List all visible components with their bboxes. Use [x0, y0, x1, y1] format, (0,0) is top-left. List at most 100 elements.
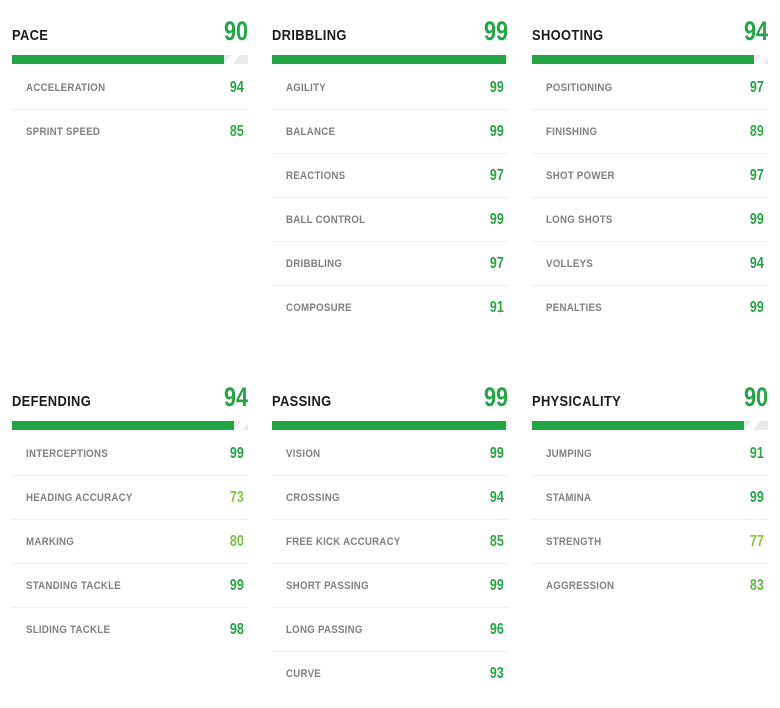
stat-value: 99 [490, 576, 504, 594]
stat-label: FINISHING [546, 125, 598, 138]
stat-group-progress-fill [532, 55, 754, 64]
stat-group-rating: 90 [743, 382, 768, 412]
stat-label: SHOT POWER [546, 169, 615, 182]
stat-value: 73 [230, 488, 244, 506]
stat-label: COMPOSURE [286, 302, 352, 314]
stat-row-list: POSITIONING 97 FINISHING 89 SHOT POWER 97 LONG… [532, 66, 768, 330]
stat-label: DRIBBLING [286, 257, 343, 270]
stat-row-list: AGILITY 99 BALANCE 99 REACTIONS 97 BALL CONTRO… [272, 66, 508, 330]
stat-value: 85 [230, 123, 244, 140]
stat-row: SHOT POWER 97 [532, 154, 768, 198]
stat-group-rating: 94 [743, 16, 768, 46]
stat-group-progress-fill [532, 421, 745, 430]
stat-row: SHORT PASSING 99 [272, 564, 508, 608]
stat-label: ACCELERATION [26, 81, 106, 94]
stat-row: CURVE 93 [272, 652, 508, 696]
stat-label: POSITIONING [546, 81, 613, 94]
stat-value: 99 [230, 444, 244, 462]
stat-label: PENALTIES [546, 302, 602, 314]
stat-row: LONG PASSING 96 [272, 608, 508, 652]
stat-group-title: DEFENDING [12, 393, 92, 410]
stat-row: FINISHING 89 [532, 110, 768, 154]
stat-value: 98 [230, 621, 244, 638]
stat-value: 91 [490, 299, 504, 316]
stat-row: FREE KICK ACCURACY 85 [272, 520, 508, 564]
stat-value: 97 [750, 166, 764, 184]
stat-value: 99 [490, 78, 504, 96]
stat-group-header: DEFENDING 94 [12, 366, 248, 412]
stat-row: DRIBBLING 97 [272, 242, 508, 286]
stat-group-progress-fill [12, 421, 234, 430]
stat-value: 97 [490, 254, 504, 272]
stat-row: STRENGTH 77 [532, 520, 768, 564]
stat-row: JUMPING 91 [532, 432, 768, 476]
stat-group-rating: 94 [223, 382, 248, 412]
stat-label: BALL CONTROL [286, 213, 366, 226]
stat-value: 91 [750, 444, 764, 462]
stat-value: 93 [490, 665, 504, 682]
stat-row: BALL CONTROL 99 [272, 198, 508, 242]
stat-value: 94 [490, 488, 504, 506]
stat-row: STANDING TACKLE 99 [12, 564, 248, 608]
stat-value: 83 [750, 577, 764, 594]
stat-group-header: SHOOTING 94 [532, 0, 768, 46]
stat-row: CROSSING 94 [272, 476, 508, 520]
stat-label: MARKING [26, 535, 75, 548]
stat-group-rating: 99 [483, 382, 508, 412]
stat-value: 99 [750, 299, 764, 316]
stat-group-defending: DEFENDING 94 INTERCEPTIONS 99 HEADING ACCURA… [0, 366, 260, 708]
stat-group-title: DRIBBLING [272, 27, 347, 44]
stat-row-list: VISION 99 CROSSING 94 FREE KICK ACCURACY 85 SH… [272, 432, 508, 696]
stat-group-progress-track [532, 421, 768, 430]
stat-value: 99 [490, 122, 504, 140]
stat-group-progress-track [12, 55, 248, 64]
stat-row-list: INTERCEPTIONS 99 HEADING ACCURACY 73 MARKING… [12, 432, 248, 652]
stat-label: SHORT PASSING [286, 579, 369, 592]
stat-value: 77 [750, 532, 764, 550]
stat-label: LONG PASSING [286, 623, 363, 636]
stat-value: 99 [490, 210, 504, 228]
stat-label: HEADING ACCURACY [26, 491, 133, 504]
stat-label: STRENGTH [546, 535, 602, 548]
stat-label: CURVE [286, 668, 322, 680]
stat-row: COMPOSURE 91 [272, 286, 508, 330]
stat-row: STAMINA 99 [532, 476, 768, 520]
stat-value: 99 [230, 576, 244, 594]
stat-row: INTERCEPTIONS 99 [12, 432, 248, 476]
stat-row: SPRINT SPEED 85 [12, 110, 248, 154]
stat-row: AGILITY 99 [272, 66, 508, 110]
stat-row: REACTIONS 97 [272, 154, 508, 198]
stat-group-header: PASSING 99 [272, 366, 508, 412]
stat-label: BALANCE [286, 125, 336, 138]
stat-row-list: JUMPING 91 STAMINA 99 STRENGTH 77 AGGRESSION 83 [532, 432, 768, 608]
stat-label: SPRINT SPEED [26, 126, 101, 138]
stat-value: 96 [490, 620, 504, 638]
stat-row: PENALTIES 99 [532, 286, 768, 330]
stat-group-progress-fill [272, 55, 506, 64]
stat-group-title: PHYSICALITY [532, 393, 622, 410]
stat-row: SLIDING TACKLE 98 [12, 608, 248, 652]
stat-row: ACCELERATION 94 [12, 66, 248, 110]
stat-label: VISION [286, 447, 321, 460]
stat-group-title: PACE [12, 27, 49, 44]
stat-group-progress-track [532, 55, 768, 64]
stat-value: 94 [230, 78, 244, 96]
stat-value: 99 [490, 444, 504, 462]
stat-group-rating: 99 [483, 16, 508, 46]
stat-row: AGGRESSION 83 [532, 564, 768, 608]
stat-row: VISION 99 [272, 432, 508, 476]
stat-value: 80 [230, 532, 244, 550]
stat-label: JUMPING [546, 447, 592, 460]
stat-group-passing: PASSING 99 VISION 99 CROSSING 94 FREE KICK ACC… [260, 366, 520, 708]
stat-group-title: SHOOTING [532, 27, 604, 44]
stat-group-progress-fill [12, 55, 225, 64]
stat-value: 99 [750, 210, 764, 228]
stat-row-list: ACCELERATION 94 SPRINT SPEED 85 [12, 66, 248, 154]
stat-row: LONG SHOTS 99 [532, 198, 768, 242]
stat-row: HEADING ACCURACY 73 [12, 476, 248, 520]
stat-label: AGILITY [286, 81, 327, 94]
stat-label: FREE KICK ACCURACY [286, 535, 401, 548]
stat-group-progress-track [272, 421, 508, 430]
stat-label: SLIDING TACKLE [26, 624, 111, 636]
stat-label: VOLLEYS [546, 257, 594, 270]
